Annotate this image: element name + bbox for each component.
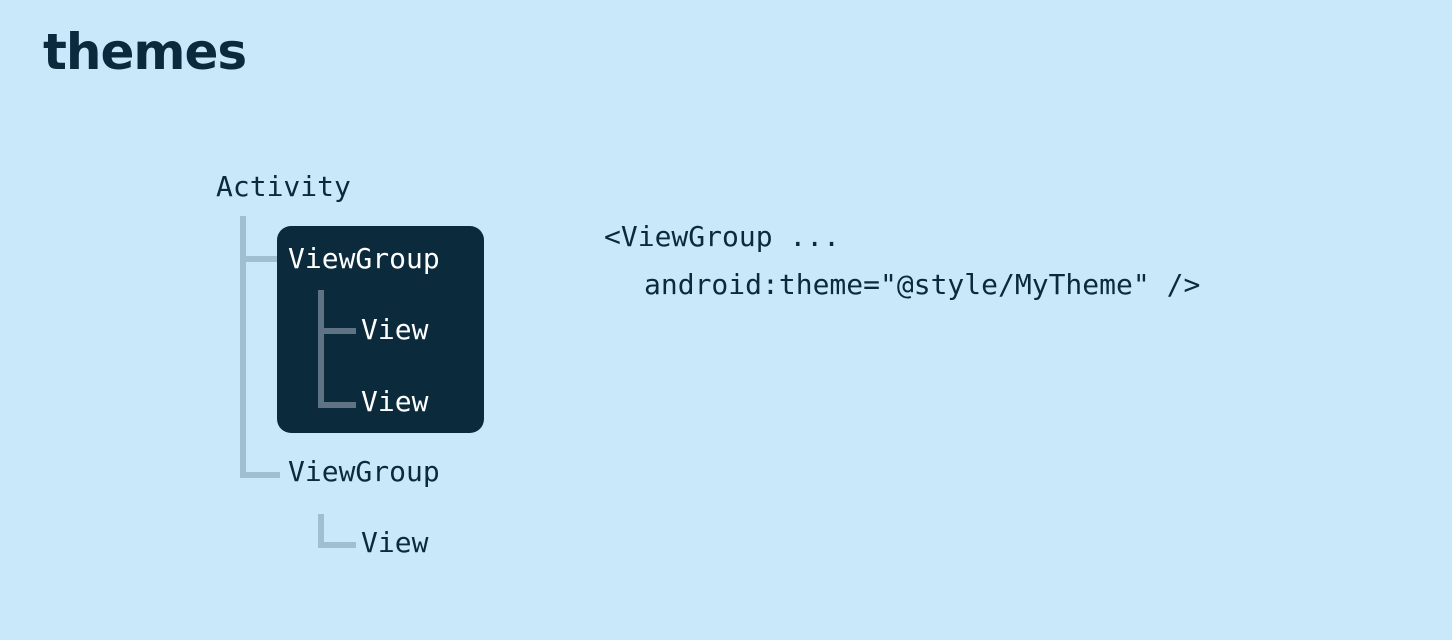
code-line-theme-attribute: android:theme="@style/MyTheme" /> [644,268,1201,301]
tree-node-view: View [361,313,429,346]
tree-connector-horizontal-view-1 [318,328,356,334]
tree-connector-horizontal-group-1 [240,256,280,262]
tree-connector-vertical-group-1 [318,290,324,408]
view-hierarchy-tree: Activity ViewGroup View View ViewGroup V… [0,0,1452,640]
tree-node-viewgroup: ViewGroup [288,455,440,488]
tree-node-view: View [361,385,429,418]
tree-connector-horizontal-view-2 [318,402,356,408]
tree-node-activity: Activity [216,170,351,203]
tree-node-viewgroup-highlighted: ViewGroup [288,242,440,275]
tree-connector-horizontal-view-3 [318,542,356,548]
tree-node-view: View [361,526,429,559]
code-line-viewgroup: <ViewGroup ... [604,220,841,253]
tree-connector-horizontal-group-2 [240,472,280,478]
